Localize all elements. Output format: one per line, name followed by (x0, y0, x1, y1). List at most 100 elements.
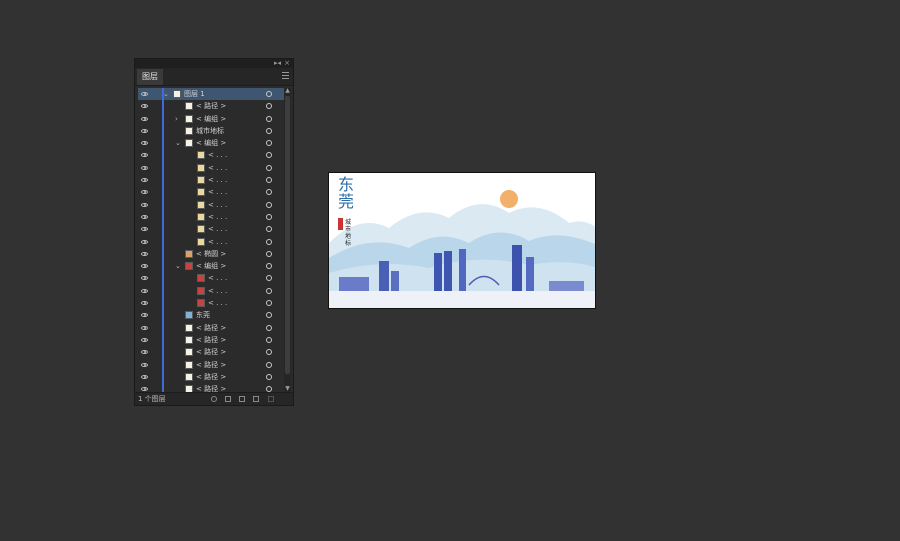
visibility-eye-icon[interactable] (141, 337, 148, 342)
visibility-eye-icon[interactable] (141, 128, 148, 133)
visibility-eye-icon[interactable] (141, 214, 148, 219)
visibility-eye-icon[interactable] (141, 387, 148, 392)
close-panel-icon[interactable]: × (284, 58, 290, 68)
layer-name[interactable]: < . . . (208, 211, 227, 223)
layer-name[interactable]: < 路径 > (196, 100, 226, 112)
visibility-eye-icon[interactable] (141, 239, 148, 244)
layer-row[interactable]: < 路径 > (138, 333, 284, 347)
target-circle-icon[interactable] (266, 300, 272, 307)
layer-name[interactable]: < 路径 > (196, 334, 226, 346)
layer-name[interactable]: < . . . (208, 297, 227, 309)
target-circle-icon[interactable] (266, 91, 272, 97)
layer-name[interactable]: < 路径 > (196, 346, 226, 358)
visibility-eye-icon[interactable] (141, 104, 148, 109)
visibility-eye-icon[interactable] (141, 141, 148, 146)
layer-row[interactable]: ⌄ 图层 1 (138, 88, 284, 101)
layer-row[interactable]: < . . . (138, 235, 284, 248)
visibility-eye-icon[interactable] (141, 92, 148, 96)
layer-row[interactable]: < . . . (138, 272, 284, 285)
target-circle-icon[interactable] (266, 250, 272, 257)
target-circle-icon[interactable] (266, 103, 272, 110)
layer-name[interactable]: < 椭圆 > (196, 248, 226, 260)
target-circle-icon[interactable] (266, 177, 272, 184)
visibility-eye-icon[interactable] (141, 165, 148, 170)
visibility-eye-icon[interactable] (141, 288, 148, 293)
layer-row[interactable]: › < 编组 > (138, 112, 284, 125)
target-circle-icon[interactable] (266, 336, 272, 343)
layer-name[interactable]: 东莞 (196, 309, 210, 321)
visibility-eye-icon[interactable] (141, 362, 148, 367)
layer-name[interactable]: < . . . (208, 174, 227, 186)
layer-row[interactable]: < . . . (138, 210, 284, 224)
target-circle-icon[interactable] (266, 115, 272, 122)
target-circle-icon[interactable] (266, 189, 272, 196)
layer-row[interactable]: < . . . (138, 198, 284, 211)
tab-layers[interactable]: 图层 (137, 69, 163, 85)
visibility-eye-icon[interactable] (141, 190, 148, 195)
scrollbar-thumb[interactable] (285, 96, 290, 374)
layer-row[interactable]: < . . . (138, 284, 284, 298)
delete-layer-icon[interactable] (268, 396, 274, 402)
layer-row[interactable]: ⌄ < 编组 > (138, 260, 284, 273)
target-circle-icon[interactable] (266, 373, 272, 380)
target-circle-icon[interactable] (266, 152, 272, 159)
new-layer-icon[interactable] (253, 396, 259, 402)
target-circle-icon[interactable] (266, 324, 272, 331)
panel-menu-icon[interactable] (282, 72, 289, 81)
layer-row[interactable]: < . . . (138, 223, 284, 236)
layer-name[interactable]: < 路径 > (196, 383, 226, 392)
layer-name[interactable]: < 路径 > (196, 359, 226, 371)
layer-name[interactable]: < 路径 > (196, 322, 226, 334)
visibility-eye-icon[interactable] (141, 325, 148, 330)
visibility-eye-icon[interactable] (141, 178, 148, 183)
visibility-eye-icon[interactable] (141, 313, 148, 318)
target-circle-icon[interactable] (266, 287, 272, 294)
artboard[interactable]: 东莞 城市地标 (328, 172, 596, 309)
visibility-eye-icon[interactable] (141, 116, 148, 121)
layer-row[interactable]: 城市地标 (138, 124, 284, 138)
layer-row[interactable]: < 椭圆 > (138, 247, 284, 261)
scroll-up-icon[interactable]: ▲ (284, 88, 291, 94)
target-circle-icon[interactable] (266, 226, 272, 233)
target-circle-icon[interactable] (266, 140, 272, 147)
layer-name[interactable]: 图层 1 (184, 88, 205, 100)
layer-row[interactable]: ⌄ < 编组 > (138, 137, 284, 150)
target-circle-icon[interactable] (266, 361, 272, 368)
layer-name[interactable]: < . . . (208, 272, 227, 284)
layer-name[interactable]: < . . . (208, 162, 227, 174)
layer-row[interactable]: < 路径 > (138, 358, 284, 371)
locate-object-icon[interactable] (211, 396, 217, 402)
layer-row[interactable]: < 路径 > (138, 370, 284, 384)
visibility-eye-icon[interactable] (141, 202, 148, 207)
visibility-eye-icon[interactable] (141, 350, 148, 355)
expand-chevron-icon[interactable]: › (175, 113, 178, 125)
visibility-eye-icon[interactable] (141, 251, 148, 256)
layer-name[interactable]: < . . . (208, 285, 227, 297)
clipping-mask-icon[interactable] (225, 396, 231, 402)
layer-list-scrollbar[interactable]: ▲ ▼ (284, 88, 291, 392)
layer-name[interactable]: < . . . (208, 186, 227, 198)
target-circle-icon[interactable] (266, 312, 272, 319)
layer-name[interactable]: < 编组 > (196, 113, 226, 125)
target-circle-icon[interactable] (266, 349, 272, 356)
visibility-eye-icon[interactable] (141, 227, 148, 232)
layer-row[interactable]: < . . . (138, 149, 284, 162)
target-circle-icon[interactable] (266, 213, 272, 220)
layer-name[interactable]: < 路径 > (196, 371, 226, 383)
target-circle-icon[interactable] (266, 127, 272, 134)
collapse-chevron-icon[interactable]: ⌄ (163, 88, 169, 100)
layer-name[interactable]: < 编组 > (196, 137, 226, 149)
panel-title-bar[interactable]: ▸◂ × (135, 59, 293, 68)
layer-name[interactable]: < . . . (208, 199, 227, 211)
target-circle-icon[interactable] (266, 275, 272, 282)
layer-row[interactable]: < . . . (138, 174, 284, 187)
target-circle-icon[interactable] (266, 263, 272, 270)
layer-name[interactable]: < . . . (208, 223, 227, 235)
target-circle-icon[interactable] (266, 201, 272, 208)
collapse-chevron-icon[interactable]: ⌄ (175, 137, 181, 149)
target-circle-icon[interactable] (266, 164, 272, 171)
layer-row[interactable]: < 路径 > (138, 346, 284, 359)
visibility-eye-icon[interactable] (141, 153, 148, 158)
layer-row[interactable]: < 路径 > (138, 321, 284, 334)
layer-name[interactable]: < 编组 > (196, 260, 226, 272)
